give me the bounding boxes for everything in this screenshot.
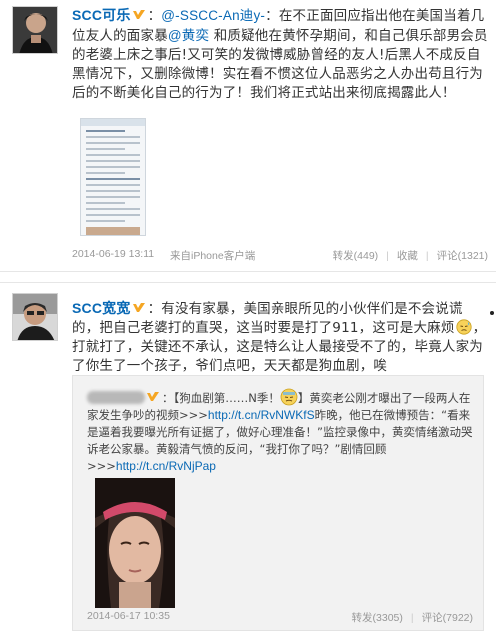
repost-actions: 转发(3305) | 评论(7922) xyxy=(352,610,473,625)
repost-time[interactable]: 2014-06-17 10:35 xyxy=(87,610,170,622)
sweat-face-emoji-icon xyxy=(455,319,472,335)
weibo-post-2: SCC宽宽 ：有没有家暴，美国亲眼所见的小伙伴们是不会说谎的，把自己老婆打的直哭，… xyxy=(0,282,496,634)
mention-huangyi[interactable]: @黄奕 xyxy=(168,28,209,43)
divider: | xyxy=(425,250,429,262)
verified-v-icon xyxy=(147,392,159,401)
repost-recap-link[interactable]: http://t.cn/RvNjPap xyxy=(116,459,216,473)
repost-comment-button[interactable]: 评论(7922) xyxy=(422,610,473,625)
post-1-favorite-button[interactable]: 收藏 xyxy=(397,248,418,263)
more-options-dot[interactable] xyxy=(490,311,494,315)
reposted-weibo: ：【狗血剧第……N季！ 】黄奕老公刚才曝出了一段两人在家发生争吵的视频>>>htt… xyxy=(72,375,484,631)
post-1-time[interactable]: 2014-06-19 13:11 xyxy=(72,248,154,260)
colon: ： xyxy=(147,8,162,24)
post-2-author[interactable]: SCC宽宽 xyxy=(72,300,131,316)
post-1-comment-button[interactable]: 评论(1321) xyxy=(437,248,488,263)
avatar-scc-kuankuan[interactable] xyxy=(12,293,58,341)
sweat-face-emoji-icon xyxy=(280,388,298,406)
repost-attached-photo[interactable] xyxy=(95,478,175,608)
post-1-repost-button[interactable]: 转发(449) xyxy=(333,248,379,263)
divider: | xyxy=(386,250,389,262)
repost-author-blurred[interactable] xyxy=(87,391,145,404)
post-2-text: SCC宽宽 ：有没有家暴，美国亲眼所见的小伙伴们是不会说谎的，把自己老婆打的直哭，… xyxy=(72,299,488,376)
verified-v-icon xyxy=(132,303,145,312)
repost-text: ：【狗血剧第……N季！ 】黄奕老公刚才曝出了一段两人在家发生争吵的视频>>>htt… xyxy=(87,388,475,475)
divider: | xyxy=(410,612,414,624)
mention-andy[interactable]: @-SSCC-An迪y- xyxy=(161,8,265,23)
verified-v-icon xyxy=(132,10,145,19)
post-1-text: SCC可乐 ：@-SSCC-An迪y-：在不正面回应指出他在美国当着几位友人的面家… xyxy=(72,6,488,103)
post-1-author[interactable]: SCC可乐 xyxy=(72,7,131,23)
post-1-attached-image[interactable] xyxy=(80,118,146,236)
post-1-actions: 转发(449) | 收藏 | 评论(1321) xyxy=(333,248,488,263)
avatar-scc-kele[interactable] xyxy=(12,6,58,54)
repost-title: ：【狗血剧第……N季！ xyxy=(162,391,280,405)
weibo-post-1: SCC可乐 ：@-SSCC-An迪y-：在不正面回应指出他在美国当着几位友人的面家… xyxy=(0,0,496,272)
post-1-source: 来自iPhone客户端 xyxy=(170,250,256,262)
repost-video-link[interactable]: http://t.cn/RvNWKfS xyxy=(208,408,315,422)
repost-repost-button[interactable]: 转发(3305) xyxy=(352,610,403,625)
